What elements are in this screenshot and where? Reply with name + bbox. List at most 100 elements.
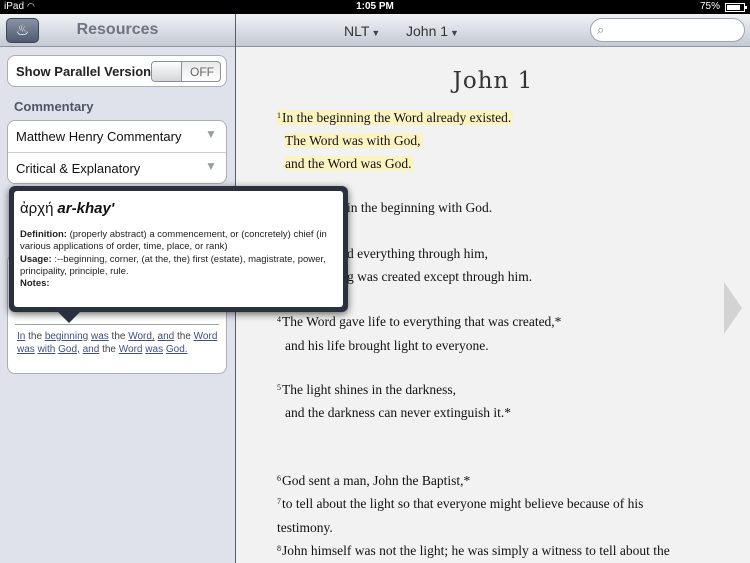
search-field[interactable]: ⌕ [590,18,745,42]
word-link[interactable]: was [17,344,35,355]
verse-line[interactable]: 6God sent a man, John the Baptist,* [277,473,470,489]
version-label: NLT [344,23,370,39]
commentary-item-label: Critical & Explanatory [16,161,141,176]
chevron-down-icon[interactable]: ▼ [203,126,219,142]
definition: Definition: (properly abstract) a commen… [20,229,338,254]
resources-title: Resources [76,21,159,38]
next-chapter-arrow-icon[interactable] [724,282,742,334]
verse-text: God sent a man, John the Baptist,* [282,473,471,488]
popover-body: Definition: (properly abstract) a commen… [20,229,338,290]
verse-number: 5 [277,383,281,392]
verse-text: g was created except through him. [347,269,533,284]
commentary-header: Commentary [14,99,94,114]
popover-heading: ἀρχή ar-khay' [20,200,114,217]
battery-icon [725,3,747,12]
word-link[interactable]: Word, [128,331,155,342]
word-link[interactable]: Word [119,344,143,355]
word: the [176,331,191,342]
word-link[interactable]: beginning [45,331,88,342]
word-link[interactable]: was [145,344,163,355]
toggle-knob[interactable] [152,62,182,81]
verse-line[interactable]: 7to tell about the light so that everyon… [277,496,643,512]
verse-text: In the beginning the Word already existe… [282,110,512,125]
resources-toolbar: ♨ Resources [0,14,235,47]
verse-text: and his life brought light to everyone. [285,338,489,353]
word-link[interactable]: Word [194,331,218,342]
commentary-item-label: Matthew Henry Commentary [16,129,182,144]
word-definition-popover: ἀρχή ar-khay' Definition: (properly abstr… [9,186,348,323]
interlinear-words: In the beginning was the Word, and the W… [17,331,222,356]
usage: Usage: :--beginning, corner, (at the, th… [20,254,338,279]
toggle-state: OFF [190,65,214,79]
verse-text: The Word was with God, [285,133,423,148]
word: the [102,343,116,355]
battery-percent: 75% [699,1,720,12]
definition-label: Definition: [20,229,67,240]
verse-line[interactable]: 8John himself was not the light; he was … [277,543,670,559]
search-icon: ⌕ [597,22,605,37]
verse-number: 6 [277,474,281,483]
verse-line[interactable]: g was created except through him. [347,269,532,285]
verse-text: d everything through him, [347,246,488,261]
verse-text: and the darkness can never extinguish it… [285,405,512,420]
version-selector[interactable]: NLT ▼ [344,23,380,39]
verse-line[interactable]: and the darkness can never extinguish it… [277,405,511,421]
word-link[interactable]: with [38,344,56,355]
verse-text: The Word gave life to everything that wa… [282,314,562,329]
chapter-title: John 1 [452,68,534,94]
parallel-version-toggle[interactable]: OFF [151,61,221,82]
flame-icon: ♨ [15,22,30,39]
parallel-version-label: Show Parallel Version [16,64,152,79]
word: the [111,331,126,342]
book-chapter-selector[interactable]: John 1 ▼ [406,23,459,39]
verse-line[interactable]: 5The light shines in the darkness, [277,382,456,398]
usage-label: Usage: [20,253,52,265]
app-menu-button[interactable]: ♨ [6,18,39,43]
transliteration: ar-khay' [57,200,115,217]
usage-text: :--beginning, corner, (at the, the) firs… [20,253,326,277]
search-input[interactable] [613,22,737,38]
verse-number: 8 [277,544,281,553]
caret-down-icon: ▼ [450,28,459,38]
verse-text: to tell about the light so that everyone… [282,496,644,511]
verse-line[interactable]: d everything through him, [347,246,488,262]
verse-line[interactable]: 1In the beginning the Word already exist… [277,110,514,126]
word-link[interactable]: was [91,331,109,342]
word-link[interactable]: In [17,331,25,342]
status-bar: iPad ◠ 1:05 PM 75% [0,0,750,14]
verse-text: testimony. [277,520,333,535]
status-time: 1:05 PM [356,1,394,12]
commentary-item-matthew-henry[interactable]: Matthew Henry Commentary ▼ [8,121,226,152]
popover-pointer [57,311,81,323]
word-link[interactable]: and [158,331,175,342]
verse-number: 1 [277,111,281,120]
popover-content: ἀρχή ar-khay' Definition: (properly abstr… [14,191,343,307]
commentary-item-critical-explanatory[interactable]: Critical & Explanatory ▼ [8,152,226,183]
word-link[interactable]: God, [58,344,80,355]
caret-down-icon: ▼ [371,28,381,38]
verse-text: in the beginning with God. [347,200,493,215]
verse-line[interactable]: 4The Word gave life to everything that w… [277,314,561,330]
verse-text: The light shines in the darkness, [282,382,456,397]
verse-line[interactable]: and the Word was God. [277,156,414,172]
verse-number: 4 [277,315,281,324]
notes-label: Notes: [20,278,50,290]
chevron-down-icon[interactable]: ▼ [203,158,219,174]
greek-word: ἀρχή [20,200,54,217]
verse-number: 7 [277,497,281,506]
parallel-version-card: Show Parallel Version OFF [7,55,227,87]
notes: Notes: [20,278,338,290]
verse-line[interactable]: in the beginning with God. [347,200,492,216]
divider [15,324,219,325]
verse-line[interactable]: and his life brought light to everyone. [277,338,489,354]
word: the [28,331,43,342]
verse-line[interactable]: The Word was with God, [277,133,423,149]
commentary-list: Matthew Henry Commentary ▼ Critical & Ex… [7,120,227,184]
word-link[interactable]: and [83,344,100,355]
book-chapter-label: John 1 [406,23,449,39]
verse-text: John himself was not the light; he was s… [282,543,670,558]
reader-toolbar: NLT ▼ John 1 ▼ ⌕ [236,14,750,47]
word-link[interactable]: God. [166,344,188,355]
verse-text: and the Word was God. [285,156,414,171]
verse-line[interactable]: testimony. [277,520,333,536]
